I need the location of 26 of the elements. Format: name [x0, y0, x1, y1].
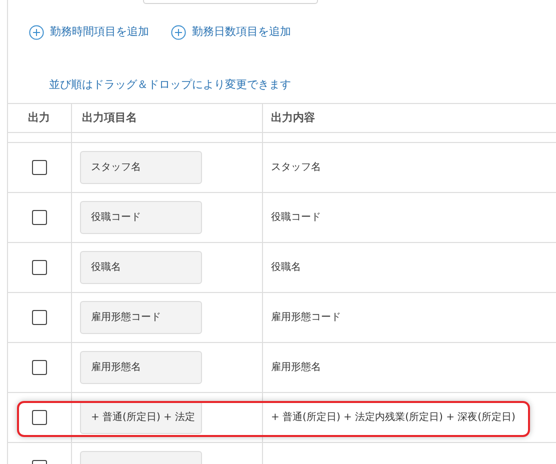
reorder-hint: 並び順はドラッグ＆ドロップにより変更できます	[49, 77, 291, 93]
add-icon	[171, 24, 186, 40]
table-cell-text: + 普通(所定日) + 法定内残業(所定日) + 深夜(所定日)	[271, 410, 516, 425]
checkbox[interactable]	[32, 210, 46, 225]
checkbox[interactable]	[32, 310, 46, 325]
item-name-field[interactable]: 雇用形態名	[80, 351, 202, 384]
checkbox[interactable]	[32, 160, 46, 175]
add-link[interactable]: 勤務時間項目を追加	[29, 24, 149, 40]
item-name-field[interactable]: 役職名	[80, 251, 202, 284]
checkbox[interactable]	[32, 260, 46, 275]
column-header: 出力内容	[271, 110, 315, 126]
table-cell-text: スタッフ名	[271, 161, 321, 175]
table-cell-text: 雇用形態名	[271, 360, 321, 375]
add-link[interactable]: 勤務日数項目を追加	[171, 24, 291, 40]
add-icon	[29, 24, 44, 40]
checkbox[interactable]	[32, 360, 46, 375]
column-header: 出力	[28, 110, 50, 126]
item-name-field[interactable]: スタッフ名	[80, 151, 202, 184]
table-cell-text: 役職コード	[271, 210, 321, 225]
column-header: 出力項目名	[82, 110, 137, 126]
table-cell-text: 役職名	[271, 260, 301, 275]
item-name-field[interactable]: 雇用形態コード	[80, 301, 202, 334]
item-name-field[interactable]: 役職コード	[80, 201, 202, 234]
item-name-field[interactable]: + 普通(所定日) + 法定	[80, 401, 202, 434]
checkbox[interactable]	[32, 410, 46, 425]
table-cell-text: 雇用形態コード	[271, 310, 341, 325]
